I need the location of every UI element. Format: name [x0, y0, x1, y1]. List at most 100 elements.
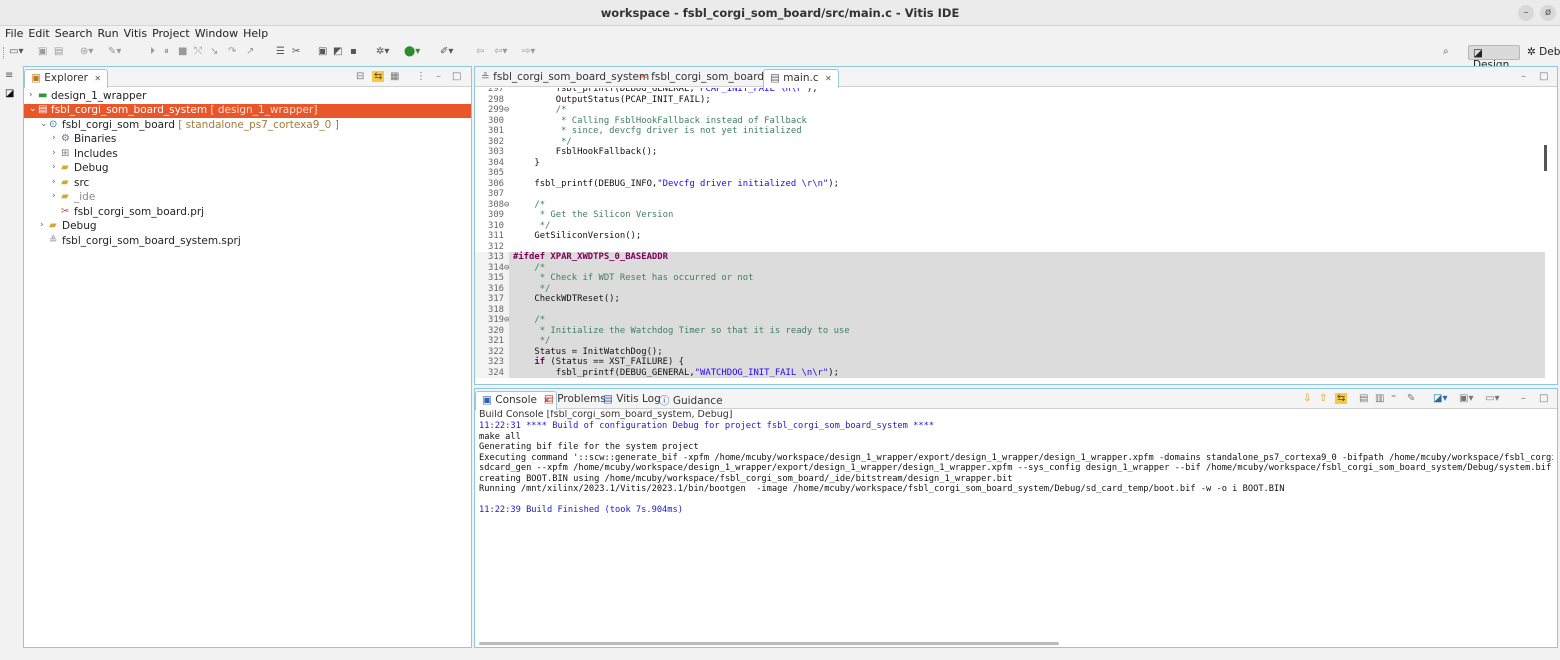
close-icon[interactable]: ✕ [825, 74, 832, 83]
tree-item-sprj-file[interactable]: ≗ fsbl_corgi_som_board_system.sprj [24, 235, 471, 249]
menu-help[interactable]: Help [238, 26, 268, 40]
terminal-icon[interactable]: ▣ [318, 46, 327, 57]
expand-icon[interactable]: › [52, 191, 56, 201]
tree-item-debug-root[interactable]: › ▰ Debug [24, 220, 471, 234]
filter-icon[interactable]: ▦ [390, 71, 399, 82]
console-horizontal-scrollbar[interactable] [479, 642, 1059, 645]
code-line[interactable]: 316 */ [475, 283, 1545, 294]
tab-application-project[interactable]: ✂ fsbl_corgi_som_board [633, 69, 770, 87]
code-line[interactable]: 312 [475, 242, 1545, 253]
minimize-view-icon[interactable]: – [1521, 71, 1526, 82]
code-line[interactable]: 305 [475, 168, 1545, 179]
code-line[interactable]: 304 } [475, 158, 1545, 169]
tree-item-src-folder[interactable]: › ▰ src [24, 177, 471, 191]
code-line[interactable]: 317 CheckWDTReset(); [475, 294, 1545, 305]
code-line[interactable]: 300 * Calling FsblHookFallback instead o… [475, 116, 1545, 127]
next-icon[interactable]: ⇨▾ [522, 46, 535, 57]
tree-item-binaries[interactable]: › ⚙ Binaries [24, 133, 471, 147]
tab-system-project[interactable]: ≗ fsbl_corgi_som_board_system [475, 69, 655, 87]
forward-icon[interactable]: ⇦▾ [494, 46, 507, 57]
code-line[interactable]: 319⊖ /* [475, 315, 1545, 326]
expand-icon[interactable]: › [52, 177, 56, 187]
code-line[interactable]: 320 * Initialize the Watchdog Timer so t… [475, 325, 1545, 336]
expand-icon[interactable]: › [52, 148, 56, 158]
tree-item-debug-folder[interactable]: › ▰ Debug [24, 162, 471, 176]
menu-window[interactable]: Window [190, 26, 238, 40]
tree-item-design-1-wrapper[interactable]: › ▬ design_1_wrapper [24, 90, 471, 104]
resume-icon[interactable]: ⏵ [150, 46, 155, 57]
step-into-icon[interactable]: ↘ [210, 46, 218, 57]
menu-edit[interactable]: Edit [23, 26, 49, 40]
menu-run[interactable]: Run [93, 26, 119, 40]
code-line[interactable]: 318 [475, 304, 1545, 315]
expand-icon[interactable]: › [29, 90, 33, 100]
menu-project[interactable]: Project [147, 26, 190, 40]
scroll-up-icon[interactable]: ⇧ [1319, 393, 1327, 404]
step-return-icon[interactable]: ↗ [246, 46, 254, 57]
clear-console-icon[interactable]: ▤ [1359, 393, 1368, 404]
copy-icon[interactable]: ▥ [1375, 393, 1384, 404]
minimize-button[interactable]: – [1518, 5, 1534, 21]
terminate-icon[interactable]: ■ [178, 46, 187, 57]
code-area[interactable]: 297 fsbl_printf(DEBUG_GENERAL,"PCAP_INIT… [475, 88, 1545, 384]
tree-item-system-project[interactable]: ⌄ ▤ fsbl_corgi_som_board_system [ design… [24, 104, 471, 118]
minimize-view-icon[interactable]: – [436, 71, 441, 82]
scroll-lock-icon[interactable]: ⇆ [1335, 393, 1348, 404]
code-line[interactable]: 302 */ [475, 137, 1545, 148]
debug-icon[interactable]: ✲▾ [376, 46, 389, 57]
step-over-icon[interactable]: ↷ [228, 46, 236, 57]
collapse-icon[interactable]: ⌄ [40, 119, 48, 129]
tree-item-includes[interactable]: › ⊞ Includes [24, 148, 471, 162]
align-icon[interactable]: ☰ [276, 46, 285, 57]
restore-button[interactable]: ø [1540, 5, 1556, 21]
close-icon[interactable]: ✕ [94, 74, 101, 83]
code-line[interactable]: 308⊖ /* [475, 200, 1545, 211]
search-icon[interactable]: ⌕ [1443, 46, 1449, 57]
editor-scrollbar-thumb[interactable] [1544, 145, 1547, 171]
view-menu-icon[interactable]: ⋮ [416, 71, 426, 82]
tab-guidance[interactable]: ⓘ Guidance [653, 391, 729, 409]
save-all-icon[interactable]: ▤ [54, 46, 63, 57]
save-icon[interactable]: ▣ [38, 46, 47, 57]
code-line[interactable]: 309 * Get the Silicon Version [475, 210, 1545, 221]
suspend-icon[interactable]: ⏸ [164, 46, 169, 57]
maximize-view-icon[interactable]: □ [452, 71, 461, 82]
display-console-icon[interactable]: ◪▾ [1433, 393, 1447, 404]
tree-item-prj-file[interactable]: ✂ fsbl_corgi_som_board.prj [24, 206, 471, 220]
code-line[interactable]: 298 OutputStatus(PCAP_INIT_FAIL); [475, 95, 1545, 106]
collapse-all-icon[interactable]: ⊟ [356, 71, 364, 82]
code-line[interactable]: 311 GetSiliconVersion(); [475, 231, 1545, 242]
menu-vitis[interactable]: Vitis [119, 26, 147, 40]
expand-icon[interactable]: › [52, 162, 56, 172]
code-line[interactable]: 322 Status = InitWatchDog(); [475, 346, 1545, 357]
code-line[interactable]: 324 fsbl_printf(DEBUG_GENERAL,"WATCHDOG_… [475, 367, 1545, 378]
tools-icon[interactable]: ✂ [292, 46, 300, 57]
pin-console-icon[interactable]: ✎ [1407, 393, 1415, 404]
open-console-icon[interactable]: ▣▾ [1459, 393, 1473, 404]
build-icon[interactable]: ⊛▾ [80, 46, 93, 57]
new-icon[interactable]: ▭▾ [9, 46, 23, 57]
disconnect-icon[interactable]: ⤲ [194, 46, 202, 57]
expand-icon[interactable]: › [52, 133, 56, 143]
menu-search[interactable]: Search [50, 26, 93, 40]
code-line[interactable]: 306 fsbl_printf(DEBUG_INFO,"Devcfg drive… [475, 179, 1545, 190]
expand-icon[interactable]: › [40, 220, 44, 230]
console-open-icon[interactable]: ▪ [350, 46, 357, 57]
back-icon[interactable]: ⇦ [476, 46, 484, 57]
maximize-view-icon[interactable]: □ [1539, 393, 1548, 404]
build-target-icon[interactable]: ✎▾ [108, 46, 121, 57]
minimize-view-icon[interactable]: – [1521, 393, 1526, 404]
console-output[interactable]: Build Console [fsbl_corgi_som_board_syst… [479, 410, 1553, 647]
perspective-debug-button[interactable]: ✲ Deb [1525, 45, 1560, 60]
tree-item-ide-folder[interactable]: › ▰ _ide [24, 191, 471, 205]
new-console-icon[interactable]: ▭▾ [1485, 393, 1499, 404]
tree-item-application[interactable]: ⌄ ⊙ fsbl_corgi_som_board [ standalone_ps… [24, 119, 471, 133]
code-line[interactable]: 314⊖ /* [475, 262, 1545, 273]
code-line[interactable]: 307 [475, 189, 1545, 200]
code-line[interactable]: 303 FsblHookFallback(); [475, 147, 1545, 158]
menu-file[interactable]: File [0, 26, 23, 40]
program-fpga-icon[interactable]: ◩ [333, 46, 342, 57]
word-wrap-icon[interactable]: ⁼ [1391, 393, 1396, 404]
perspective-design-button[interactable]: ◪ Design [1468, 45, 1520, 71]
code-line[interactable]: 323 if (Status == XST_FAILURE) { [475, 357, 1545, 368]
